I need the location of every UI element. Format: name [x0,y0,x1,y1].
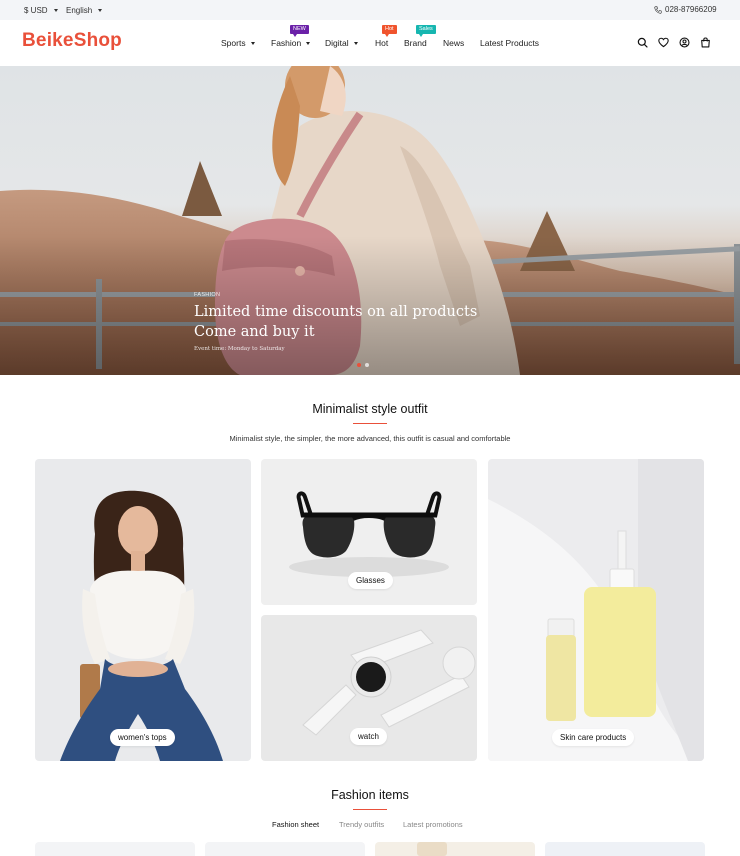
chevron-down-icon [98,9,103,12]
hero-banner[interactable]: FASHION Limited time discounts on all pr… [0,66,740,375]
product-card[interactable] [545,842,705,856]
hero-kicker: FASHION [194,292,221,298]
womens-tops-image [60,490,223,761]
language-label: English [66,6,93,15]
logo[interactable]: BeikeShop [22,30,122,52]
product-card[interactable] [205,842,365,856]
hero-subtitle: Event time: Monday to Saturday [194,346,285,352]
language-selector[interactable]: English [66,6,103,15]
nav-label: Brand [404,38,427,48]
nav-label: News [443,38,465,48]
carousel-dots [357,363,369,367]
chevron-down-icon [53,9,58,12]
nav-label: Sports [221,38,246,48]
nav-sports[interactable]: Sports [221,38,255,48]
category-card-watch[interactable]: watch [261,615,477,761]
nav-label: Fashion [271,38,302,48]
new-badge: NEW [290,25,309,37]
tab-fashion-sheet[interactable]: Fashion sheet [272,820,319,829]
phone-icon [654,5,662,14]
card-label-skin-care: Skin care products [552,729,635,746]
hero-title: Limited time discounts on all products C… [194,302,477,342]
product-card[interactable] [35,842,195,856]
chevron-down-icon [353,41,358,45]
card-label-watch: watch [350,728,387,745]
product-card[interactable] [375,842,535,856]
skin-care-image [488,459,704,761]
category-card-womens-tops[interactable]: women's tops [35,459,251,761]
phone-contact[interactable]: 028-87966209 [654,5,717,14]
sales-badge: Sales [416,25,436,37]
currency-selector[interactable]: $ USD [24,6,58,15]
site-header: BeikeShop Sports NEW Fashion Digital Hot… [0,20,740,66]
hot-badge: Hot [382,25,397,37]
nav-news[interactable]: News [443,38,464,48]
card-label-glasses: Glasses [348,572,393,589]
hero-title-line1: Limited time discounts on all products [194,304,478,320]
hero-title-line2: Come and buy it [194,324,315,340]
nav-label: Digital [325,38,349,48]
tab-latest-promotions[interactable]: Latest promotions [403,820,463,829]
nav-label: Latest Products [480,38,540,48]
section-divider [353,423,387,424]
chevron-down-icon [306,41,311,45]
nav-digital[interactable]: Digital [325,38,358,48]
card-label-womens-tops: women's tops [110,729,175,746]
user-icon[interactable] [679,37,690,48]
section-description: Minimalist style, the simpler, the more … [229,434,511,443]
phone-number: 028-87966209 [665,5,717,14]
nav-fashion[interactable]: NEW Fashion [271,25,311,48]
currency-label: $ USD [24,6,48,15]
product-image [417,842,447,856]
nav-label: Hot [375,38,389,48]
hero-caption: FASHION Limited time discounts on all pr… [194,292,477,352]
top-bar: $ USD English 028-87966209 [0,0,740,20]
cart-icon[interactable] [700,37,711,48]
carousel-dot-1[interactable] [357,363,361,367]
nav-brand[interactable]: Sales Brand [404,25,436,48]
section-title-fashion: Fashion items [331,788,409,802]
search-icon[interactable] [637,37,648,48]
section-divider [353,809,387,810]
nav-hot[interactable]: Hot Hot [375,25,397,48]
category-card-glasses[interactable]: Glasses [261,459,477,605]
carousel-dot-2[interactable] [365,363,369,367]
tab-trendy-outfits[interactable]: Trendy outfits [339,820,384,829]
section-title-minimalist: Minimalist style outfit [312,402,428,416]
heart-icon[interactable] [658,37,669,48]
chevron-down-icon [250,41,255,45]
category-card-skin-care[interactable]: Skin care products [488,459,704,761]
nav-latest-products[interactable]: Latest Products [480,38,539,48]
